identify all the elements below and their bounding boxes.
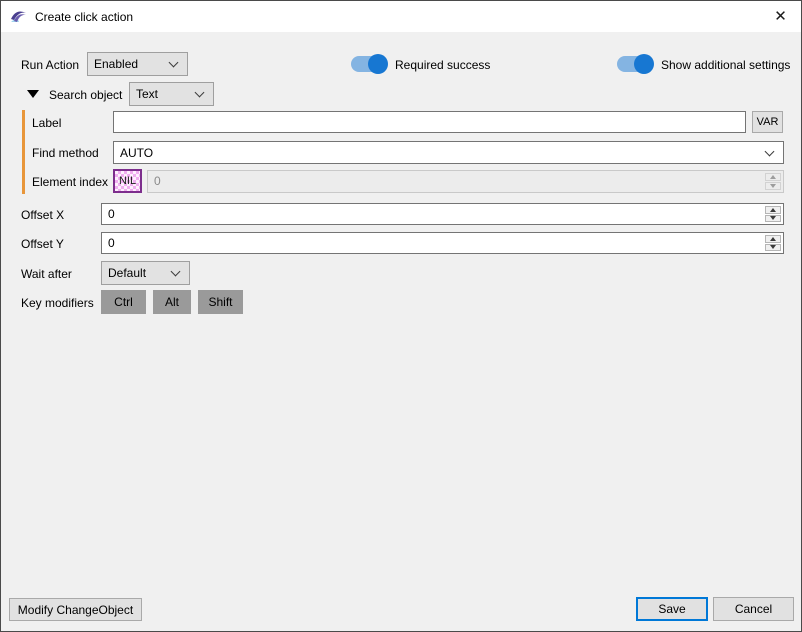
chevron-down-icon (765, 146, 775, 156)
required-success-toggle[interactable] (351, 56, 387, 72)
ctrl-modifier-button[interactable]: Ctrl (101, 290, 146, 314)
var-button[interactable]: VAR (752, 111, 783, 133)
label-input[interactable] (113, 111, 746, 133)
collapse-triangle-icon[interactable] (27, 90, 39, 98)
offset-y-spinner[interactable]: 0 (101, 232, 784, 254)
spin-up-icon[interactable] (765, 235, 781, 243)
modify-changeobject-button[interactable]: Modify ChangeObject (9, 598, 142, 621)
title-bar[interactable]: Create click action ✕ (1, 1, 801, 32)
offset-x-spinner[interactable]: 0 (101, 203, 784, 225)
chevron-down-icon (169, 58, 179, 68)
shift-modifier-button[interactable]: Shift (198, 290, 243, 314)
wait-after-label: Wait after (21, 267, 72, 281)
chevron-down-icon (171, 267, 181, 277)
offset-y-label: Offset Y (21, 237, 64, 251)
wait-after-value: Default (102, 266, 172, 280)
group-marker-line (22, 110, 25, 194)
element-index-label: Element index (32, 175, 108, 189)
toggle-knob (368, 54, 388, 74)
find-method-dropdown[interactable]: AUTO (113, 141, 784, 164)
show-additional-settings-label: Show additional settings (661, 58, 790, 72)
find-method-label: Find method (32, 146, 99, 160)
element-index-spinner: 0 (147, 170, 784, 193)
toggle-knob (634, 54, 654, 74)
element-index-value: 0 (154, 174, 161, 188)
search-object-label: Search object (49, 88, 122, 102)
alt-modifier-button[interactable]: Alt (153, 290, 191, 314)
run-action-value: Enabled (88, 57, 170, 71)
spin-up-icon (765, 173, 781, 181)
chevron-down-icon (195, 88, 205, 98)
spin-down-icon[interactable] (765, 244, 781, 252)
wait-after-dropdown[interactable]: Default (101, 261, 190, 285)
offset-x-label: Offset X (21, 208, 64, 222)
run-action-dropdown[interactable]: Enabled (87, 52, 188, 76)
nil-button[interactable]: NIL (113, 169, 142, 193)
search-object-value: Text (130, 87, 196, 101)
app-logo-icon (9, 6, 29, 26)
window-title: Create click action (35, 10, 133, 24)
dialog-create-click-action: Create click action ✕ Run Action Enabled… (0, 0, 802, 632)
cancel-button[interactable]: Cancel (713, 597, 794, 621)
show-additional-settings-toggle[interactable] (617, 56, 653, 72)
save-button[interactable]: Save (636, 597, 708, 621)
key-modifiers-label: Key modifiers (21, 296, 94, 310)
label-field-label: Label (32, 116, 61, 130)
offset-x-value: 0 (108, 207, 115, 221)
offset-y-value: 0 (108, 236, 115, 250)
search-object-dropdown[interactable]: Text (129, 82, 214, 106)
find-method-value: AUTO (114, 146, 766, 160)
close-icon[interactable]: ✕ (758, 1, 802, 32)
spin-down-icon (765, 182, 781, 190)
spin-down-icon[interactable] (765, 215, 781, 223)
spin-up-icon[interactable] (765, 206, 781, 214)
required-success-label: Required success (395, 58, 490, 72)
run-action-label: Run Action (21, 58, 79, 72)
